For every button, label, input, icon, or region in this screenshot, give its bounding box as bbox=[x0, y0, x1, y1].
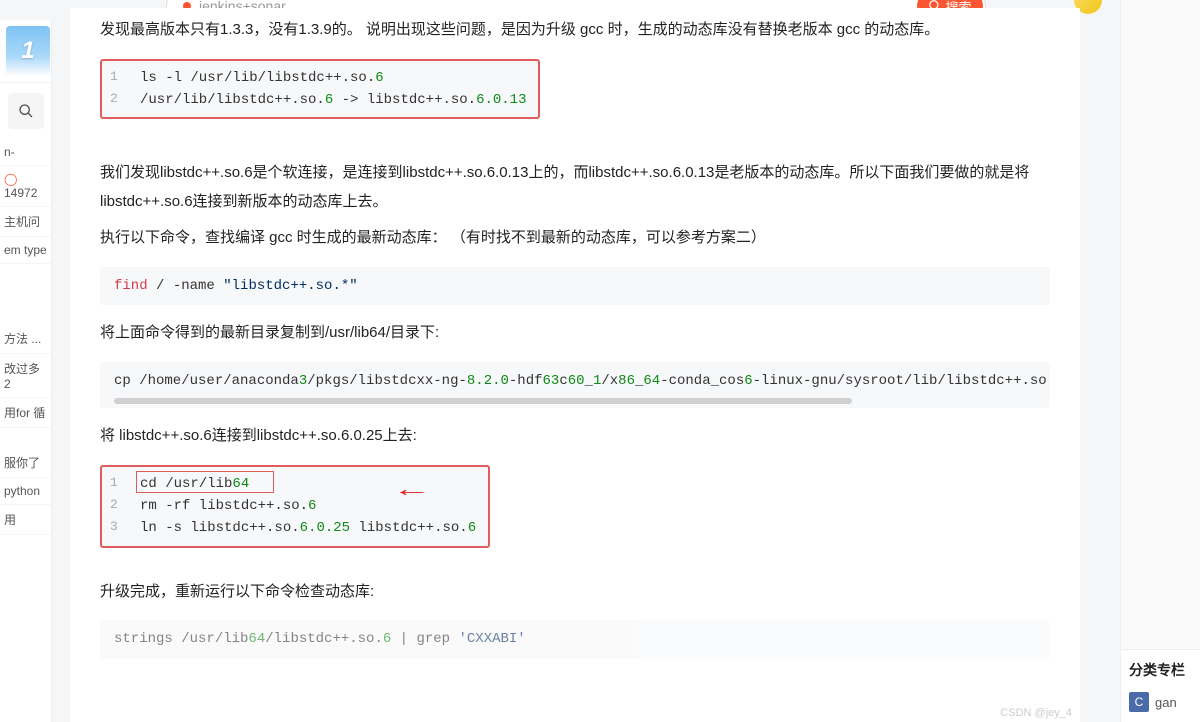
code-block-1[interactable]: 1 2 ls -l /usr/lib/libstdc++.so.6 /usr/l… bbox=[100, 59, 540, 120]
sidebar-item[interactable]: ◯ 14972 bbox=[0, 166, 51, 207]
sidebar-item[interactable]: 方法 ... bbox=[0, 324, 51, 354]
category-item[interactable]: C gan bbox=[1129, 692, 1192, 712]
paragraph: 执行以下命令，查找编译 gcc 时生成的最新动态库： （有时找不到最新的动态库，… bbox=[100, 224, 1050, 253]
sidebar-item[interactable]: python bbox=[0, 478, 51, 505]
left-sidebar: n- ◯ 14972 主机问 em type 方法 ... 改过多 2 用for… bbox=[0, 20, 52, 722]
code-block-2[interactable]: find / -name "libstdc++.so.*" bbox=[100, 267, 1050, 305]
code-block-3[interactable]: cp /home/user/anaconda3/pkgs/libstdcxx-n… bbox=[100, 362, 1050, 408]
sidebar-item[interactable]: 服你了 bbox=[0, 448, 51, 478]
paragraph: 将上面命令得到的最新目录复制到/usr/lib64/目录下: bbox=[100, 319, 1050, 348]
category-name: gan bbox=[1155, 695, 1177, 710]
category-thumb: C bbox=[1129, 692, 1149, 712]
sidebar-item[interactable]: 改过多 2 bbox=[0, 354, 51, 398]
code-block-5[interactable]: strings /usr/lib64/libstdc++.so.6 | grep… bbox=[100, 620, 1050, 658]
paragraph: 将 libstdc++.so.6连接到libstdc++.so.6.0.25上去… bbox=[100, 422, 1050, 451]
right-sidebar: 分类专栏 C gan bbox=[1120, 0, 1200, 722]
local-search-button[interactable] bbox=[8, 93, 44, 129]
code-block-4[interactable]: 1 2 3 ← cd /usr/lib64 rm -rf libstdc++.s… bbox=[100, 465, 490, 548]
promo-card[interactable] bbox=[0, 20, 51, 83]
sidebar-item[interactable]: n- bbox=[0, 139, 51, 166]
horizontal-scrollbar[interactable] bbox=[114, 398, 852, 404]
paragraph: 我们发现libstdc++.so.6是个软连接，是连接到libstdc++.so… bbox=[100, 159, 1050, 216]
category-title: 分类专栏 bbox=[1129, 660, 1192, 680]
paragraph: 发现最高版本只有1.3.3，没有1.3.9的。 说明出现这些问题，是因为升级 g… bbox=[100, 16, 1050, 45]
sidebar-item[interactable]: 用for 循 bbox=[0, 398, 51, 428]
sidebar-item[interactable]: em type bbox=[0, 237, 51, 264]
category-card: 分类专栏 C gan bbox=[1121, 649, 1200, 722]
watermark: CSDN @jey_4 bbox=[1000, 706, 1072, 720]
search-icon bbox=[18, 103, 34, 119]
paragraph: 升级完成，重新运行以下命令检查动态库: bbox=[100, 578, 1050, 607]
sidebar-item[interactable]: 用 bbox=[0, 505, 51, 535]
promo-image bbox=[6, 26, 50, 76]
sidebar-item[interactable]: 主机问 bbox=[0, 207, 51, 237]
annotation-arrow-icon: ← bbox=[400, 473, 424, 508]
article-body: 发现最高版本只有1.3.3，没有1.3.9的。 说明出现这些问题，是因为升级 g… bbox=[70, 8, 1080, 722]
